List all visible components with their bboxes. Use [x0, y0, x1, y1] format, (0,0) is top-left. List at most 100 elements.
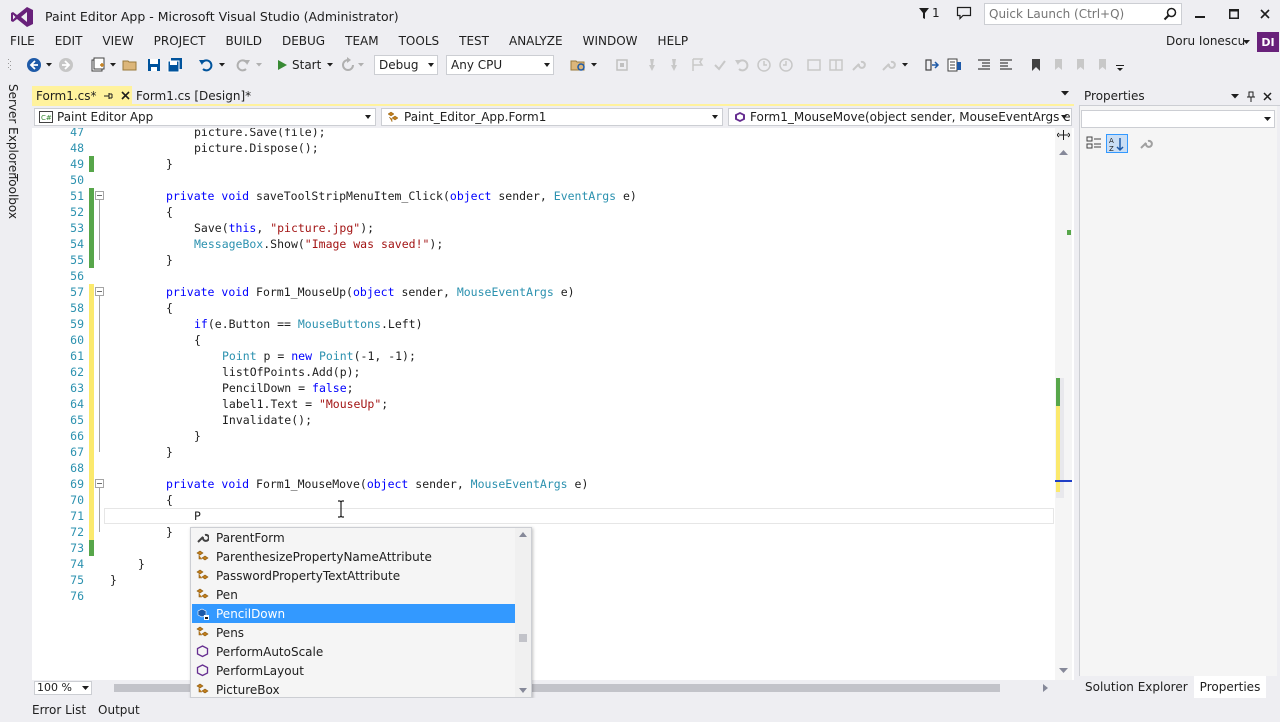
- alphabetical-view-button[interactable]: AZ: [1106, 134, 1128, 153]
- code-line[interactable]: }: [110, 556, 145, 572]
- stack-frame-icon[interactable]: [666, 57, 682, 73]
- clear-bookmarks-icon[interactable]: [1094, 57, 1110, 73]
- project-dropdown[interactable]: C# Paint Editor App: [34, 108, 376, 126]
- tab-overflow-dropdown-icon[interactable]: [1061, 91, 1069, 96]
- code-line[interactable]: PencilDown = false;: [110, 380, 354, 396]
- code-line[interactable]: private void Form1_MouseMove(object send…: [110, 476, 588, 492]
- notifications-button[interactable]: 1: [918, 6, 940, 20]
- scroll-down-icon[interactable]: [519, 688, 527, 693]
- search-icon[interactable]: [1163, 7, 1177, 21]
- toolbar-overflow-icon[interactable]: [1116, 65, 1124, 71]
- toolbar-disabled-icon-1[interactable]: [614, 57, 630, 73]
- flag-thread-icon[interactable]: [690, 57, 706, 73]
- open-file-icon[interactable]: [122, 57, 138, 73]
- menu-window[interactable]: WINDOW: [573, 31, 648, 51]
- toolbar-grip-icon[interactable]: [8, 59, 12, 73]
- close-icon[interactable]: [1263, 92, 1272, 101]
- code-line[interactable]: }: [110, 572, 117, 588]
- menu-edit[interactable]: EDIT: [45, 31, 93, 51]
- collapse-region-toggle[interactable]: [95, 287, 104, 296]
- menu-project[interactable]: PROJECT: [144, 31, 216, 51]
- next-bookmark-icon[interactable]: [1072, 57, 1088, 73]
- completion-item[interactable]: PasswordPropertyTextAttribute: [192, 566, 515, 585]
- completion-scrollbar[interactable]: [515, 528, 531, 697]
- completion-scroll-thumb[interactable]: [519, 634, 527, 642]
- code-line[interactable]: private void Form1_MouseUp(object sender…: [110, 284, 575, 300]
- tools-dropdown-icon[interactable]: [902, 63, 908, 67]
- close-icon[interactable]: [120, 91, 130, 100]
- completion-item[interactable]: Pen: [192, 585, 515, 604]
- undo-icon[interactable]: [198, 57, 214, 73]
- quick-launch-input[interactable]: [985, 4, 1155, 24]
- completion-item[interactable]: ParenthesizePropertyNameAttribute: [192, 547, 515, 566]
- server-explorer-tab[interactable]: Server Explorer: [6, 84, 20, 177]
- pin-icon[interactable]: [103, 91, 113, 101]
- maximize-button[interactable]: [1219, 4, 1249, 24]
- property-pages-button[interactable]: [1139, 136, 1155, 152]
- completion-item[interactable]: PerformAutoScale: [192, 642, 515, 661]
- tab-error-list[interactable]: Error List: [26, 698, 92, 720]
- code-line[interactable]: Save(this, "picture.jpg");: [110, 220, 374, 236]
- menu-build[interactable]: BUILD: [215, 31, 271, 51]
- menu-analyze[interactable]: ANALYZE: [499, 31, 573, 51]
- toolbox-tab[interactable]: Toolbox: [6, 174, 20, 219]
- intellisense-completion-list[interactable]: ParentForm ParenthesizePropertyNameAttri…: [190, 527, 532, 698]
- scroll-right-icon[interactable]: [1043, 684, 1048, 692]
- code-editor[interactable]: 47 48 49 50 51 52 53 54 55 56 57 58 59 6…: [32, 128, 1074, 680]
- navigate-forward-icon[interactable]: [58, 57, 74, 73]
- completion-item[interactable]: ParentForm: [192, 528, 515, 547]
- code-line[interactable]: }: [110, 252, 173, 268]
- scroll-up-icon[interactable]: [1059, 150, 1068, 155]
- solution-configuration-select[interactable]: Debug: [374, 55, 438, 75]
- panel-menu-icon[interactable]: [1231, 94, 1239, 99]
- scroll-down-icon[interactable]: [1059, 668, 1068, 673]
- undo-dropdown-icon[interactable]: [219, 63, 225, 67]
- find-references-icon[interactable]: [946, 57, 962, 73]
- close-window-button[interactable]: [1250, 4, 1280, 24]
- window-layout-icon[interactable]: [806, 57, 822, 73]
- tab-form1-cs[interactable]: Form1.cs*: [32, 86, 132, 105]
- code-line[interactable]: }: [110, 428, 201, 444]
- code-line[interactable]: {: [110, 492, 173, 508]
- code-line[interactable]: MessageBox.Show("Image was saved!");: [110, 236, 443, 252]
- menu-view[interactable]: VIEW: [92, 31, 143, 51]
- scroll-up-icon[interactable]: [519, 532, 527, 537]
- code-line[interactable]: P: [110, 508, 201, 524]
- step-forward-icon[interactable]: [778, 57, 794, 73]
- start-dropdown-icon[interactable]: [327, 63, 333, 67]
- thread-icon[interactable]: [644, 57, 660, 73]
- window-split-icon[interactable]: [828, 57, 844, 73]
- menu-file[interactable]: FILE: [0, 31, 45, 51]
- new-dropdown-icon[interactable]: [110, 63, 116, 67]
- completion-item[interactable]: PictureBox: [192, 680, 515, 697]
- editor-vertical-scrollbar[interactable]: [1055, 128, 1072, 680]
- solution-platform-select[interactable]: Any CPU: [446, 55, 554, 75]
- code-line[interactable]: picture.Dispose();: [110, 140, 319, 156]
- redo-icon[interactable]: [235, 57, 251, 73]
- avatar[interactable]: DI: [1257, 32, 1279, 52]
- menu-debug[interactable]: DEBUG: [272, 31, 335, 51]
- tools-icon[interactable]: [880, 57, 896, 73]
- minimize-button[interactable]: [1185, 4, 1215, 24]
- member-dropdown[interactable]: Form1_MouseMove(object sender, MouseEven…: [728, 108, 1072, 126]
- quick-launch-box[interactable]: [984, 3, 1182, 25]
- class-dropdown[interactable]: Paint_Editor_App.Form1: [381, 108, 723, 126]
- code-line[interactable]: {: [110, 332, 201, 348]
- new-project-icon[interactable]: [90, 57, 106, 73]
- code-line[interactable]: label1.Text = "MouseUp";: [110, 396, 388, 412]
- back-dropdown-icon[interactable]: [46, 63, 52, 67]
- save-all-icon[interactable]: [167, 57, 183, 73]
- refresh-icon[interactable]: [340, 57, 356, 73]
- go-to-definition-icon[interactable]: [924, 57, 940, 73]
- indent-icon[interactable]: [998, 57, 1014, 73]
- completion-item-selected[interactable]: PencilDown: [192, 604, 515, 623]
- start-debugging-button[interactable]: Start: [276, 56, 321, 74]
- zoom-level-select[interactable]: 100 %: [34, 681, 92, 695]
- tab-form1-design[interactable]: Form1.cs [Design]*: [133, 86, 251, 105]
- properties-object-select[interactable]: [1081, 110, 1275, 128]
- outdent-icon[interactable]: [976, 57, 992, 73]
- redo-dropdown-icon[interactable]: [256, 63, 262, 67]
- tab-properties[interactable]: Properties: [1193, 676, 1267, 698]
- find-in-files-icon[interactable]: [570, 57, 586, 73]
- code-line[interactable]: }: [110, 156, 173, 172]
